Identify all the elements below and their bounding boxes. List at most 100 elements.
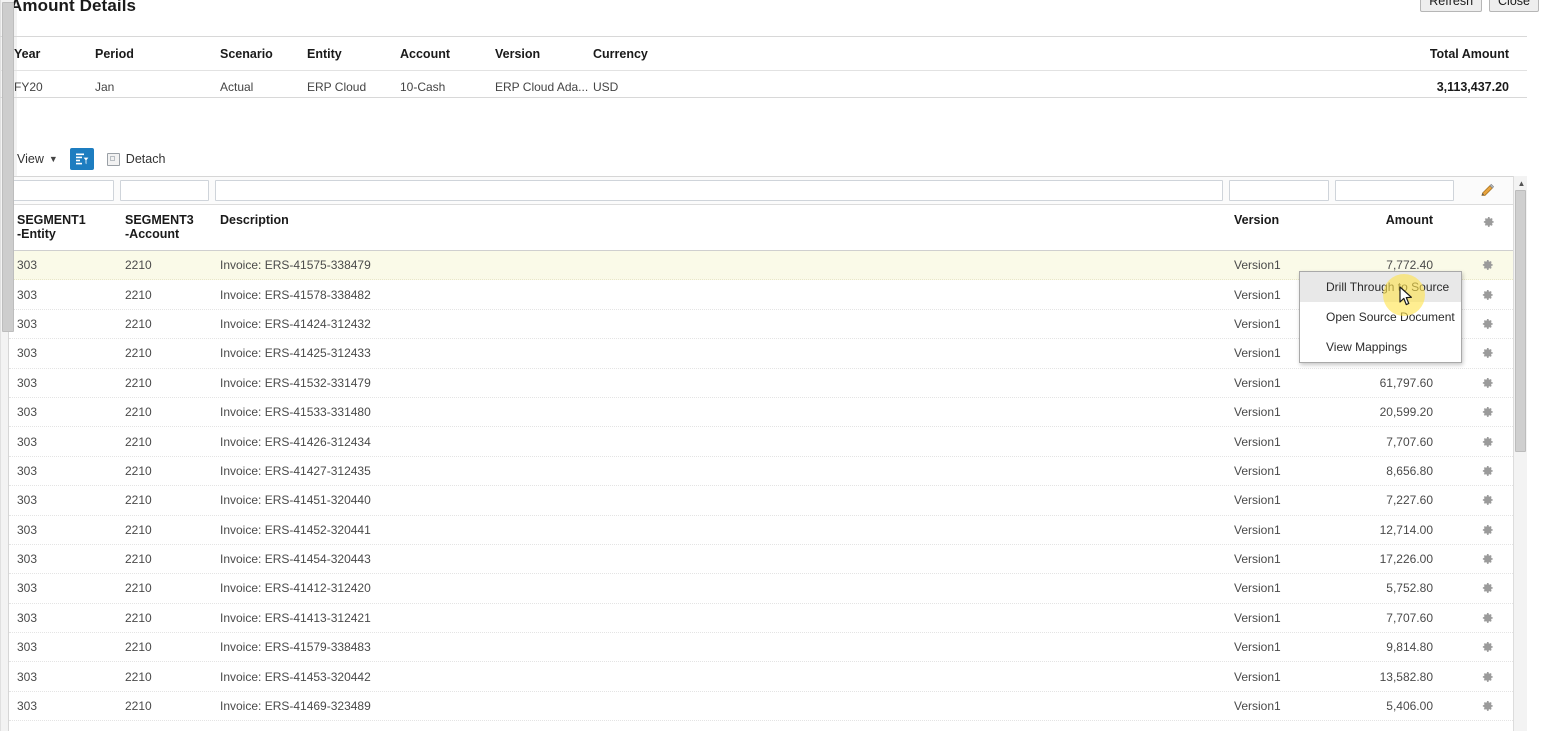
table-row[interactable]: 303 2210 Invoice: ERS-41424-312432 Version1 — [9, 309, 1517, 340]
cell-amount: 7,707.60 — [1386, 434, 1433, 449]
grid-col-segment1[interactable]: SEGMENT1 -Entity — [9, 205, 117, 241]
gear-icon[interactable] — [1480, 581, 1494, 595]
gear-icon[interactable] — [1480, 317, 1494, 331]
gear-icon[interactable] — [1480, 552, 1494, 566]
filter-input-segment1[interactable] — [12, 180, 114, 201]
row-settings-button[interactable] — [1457, 376, 1517, 390]
row-settings-button[interactable] — [1457, 552, 1517, 566]
table-row[interactable]: 303 2210 Invoice: ERS-41532-331479 Version1… — [9, 368, 1517, 398]
grid-col-settings[interactable] — [1457, 205, 1517, 229]
pov-value-scenario: Actual — [220, 80, 254, 94]
gear-icon[interactable] — [1480, 640, 1494, 654]
close-button[interactable]: Close — [1489, 0, 1539, 12]
grid-col-segment3[interactable]: SEGMENT3 -Account — [117, 205, 212, 241]
table-row[interactable]: 303 2210 Invoice: ERS-41452-320441 Version1… — [9, 515, 1517, 545]
pencil-icon[interactable] — [1480, 183, 1495, 198]
pov-col-entity: Entity — [307, 37, 400, 71]
grid-col-description[interactable]: Description — [212, 205, 1226, 227]
table-row[interactable]: 3032210Invoice: ERS-41470-323490Version1… — [9, 721, 1517, 730]
gear-icon[interactable] — [1480, 258, 1494, 272]
row-settings-button[interactable] — [1457, 581, 1517, 595]
table-row[interactable]: 303 2210 Invoice: ERS-41413-312421 Version1… — [9, 603, 1517, 634]
cell-segment1: 303 — [17, 287, 38, 302]
filter-input-description[interactable] — [215, 180, 1223, 201]
table-row[interactable]: 303 2210 Invoice: ERS-41533-331480 Version1… — [9, 397, 1517, 428]
row-settings-button[interactable] — [1457, 699, 1517, 713]
context-menu-item-view-mappings[interactable]: View Mappings — [1300, 332, 1461, 362]
view-menu-button[interactable]: View ▼ — [14, 150, 61, 168]
table-row[interactable]: 303 2210 Invoice: ERS-41451-320440 Version1… — [9, 486, 1517, 516]
cell-version: Version1 — [1234, 610, 1281, 625]
cell-description: Invoice: ERS-41470-323490 — [212, 728, 1226, 730]
grid-vertical-scrollbar[interactable]: ▲ — [1513, 176, 1527, 731]
context-menu-item-drill-through-to-source[interactable]: Drill Through to Source — [1300, 272, 1461, 302]
table-row[interactable]: 303 2210 Invoice: ERS-41454-320443 Version1… — [9, 544, 1517, 575]
scroll-up-arrow-icon[interactable]: ▲ — [1516, 178, 1527, 189]
gear-icon[interactable] — [1480, 699, 1494, 713]
row-settings-button[interactable] — [1457, 464, 1517, 478]
table-row[interactable]: 303 2210 Invoice: ERS-41575-338479 Version1… — [9, 251, 1517, 281]
row-settings-button[interactable] — [1457, 640, 1517, 654]
detach-icon — [106, 152, 120, 166]
table-row[interactable]: 303 2210 Invoice: ERS-41425-312433 Version1… — [9, 339, 1517, 369]
filter-input-segment3[interactable] — [120, 180, 209, 201]
title-bar: Amount Details Refresh Close — [0, 0, 1545, 22]
cell-segment3: 2210 — [125, 699, 152, 714]
row-settings-button[interactable] — [1457, 288, 1517, 302]
filter-input-version[interactable] — [1229, 180, 1329, 201]
grid-col-version[interactable]: Version — [1226, 205, 1332, 227]
cell-segment1: 303 — [9, 728, 117, 730]
pov-header-row: Year Period Scenario Entity Account Vers… — [0, 37, 1527, 71]
row-settings-button[interactable] — [1457, 405, 1517, 419]
table-row[interactable]: 303 2210 Invoice: ERS-41578-338482 Version1 — [9, 280, 1517, 310]
cell-version: Version1 — [1234, 669, 1281, 684]
pov-summary-table: Year Period Scenario Entity Account Vers… — [0, 36, 1527, 98]
grid-scrollbar-thumb[interactable] — [1515, 190, 1526, 452]
gear-icon[interactable] — [1480, 670, 1494, 684]
cell-segment3: 2210 — [125, 287, 152, 302]
row-settings-button[interactable] — [1457, 523, 1517, 537]
table-row[interactable]: 303 2210 Invoice: ERS-41426-312434 Version1… — [9, 427, 1517, 457]
table-row[interactable]: 303 2210 Invoice: ERS-41453-320442 Version1… — [9, 662, 1517, 692]
cell-description: Invoice: ERS-41451-320440 — [220, 493, 371, 508]
pov-value-version: ERP Cloud Ada... — [495, 80, 589, 94]
context-menu-item-open-source-document[interactable]: Open Source Document — [1300, 302, 1461, 332]
row-settings-button[interactable] — [1457, 317, 1517, 331]
table-row[interactable]: 303 2210 Invoice: ERS-41579-338483 Version1… — [9, 633, 1517, 663]
gear-icon[interactable] — [1480, 493, 1494, 507]
grid-col-amount[interactable]: Amount — [1332, 205, 1457, 227]
filter-cell-segment3 — [117, 177, 212, 204]
table-row[interactable]: 303 2210 Invoice: ERS-41427-312435 Version1… — [9, 456, 1517, 487]
gear-icon[interactable] — [1480, 346, 1494, 360]
detach-button[interactable]: Detach — [106, 152, 165, 166]
cell-segment1: 303 — [17, 346, 38, 361]
row-settings-button[interactable] — [1457, 611, 1517, 625]
gear-icon[interactable] — [1480, 435, 1494, 449]
gear-icon[interactable] — [1480, 611, 1494, 625]
row-settings-button[interactable] — [1457, 346, 1517, 360]
query-by-example-button[interactable] — [69, 148, 94, 170]
table-row[interactable]: 303 2210 Invoice: ERS-41469-323489 Version1… — [9, 691, 1517, 722]
cell-segment3: 2210 — [125, 610, 152, 625]
cell-amount: 20,599.20 — [1379, 405, 1433, 420]
gear-icon[interactable] — [1480, 405, 1494, 419]
row-settings-button[interactable] — [1457, 258, 1517, 272]
gear-icon[interactable] — [1480, 288, 1494, 302]
cell-segment3: 2210 — [125, 346, 152, 361]
gear-icon[interactable] — [1480, 376, 1494, 390]
refresh-button[interactable]: Refresh — [1420, 0, 1483, 12]
row-settings-button[interactable] — [1457, 670, 1517, 684]
pov-col-version: Version — [495, 37, 593, 71]
row-settings-button[interactable] — [1457, 493, 1517, 507]
page-scrollbar-thumb[interactable] — [2, 2, 14, 332]
grid-col-description-label: Description — [220, 213, 289, 227]
pov-value-period: Jan — [95, 80, 115, 94]
gear-icon[interactable] — [1480, 464, 1494, 478]
gear-icon[interactable] — [1480, 728, 1494, 730]
row-settings-button[interactable] — [1457, 435, 1517, 449]
row-settings-button[interactable] — [1457, 728, 1517, 730]
table-row[interactable]: 303 2210 Invoice: ERS-41412-312420 Version1… — [9, 574, 1517, 604]
filter-input-amount[interactable] — [1335, 180, 1454, 201]
cell-segment1: 303 — [17, 581, 38, 596]
gear-icon[interactable] — [1480, 523, 1494, 537]
